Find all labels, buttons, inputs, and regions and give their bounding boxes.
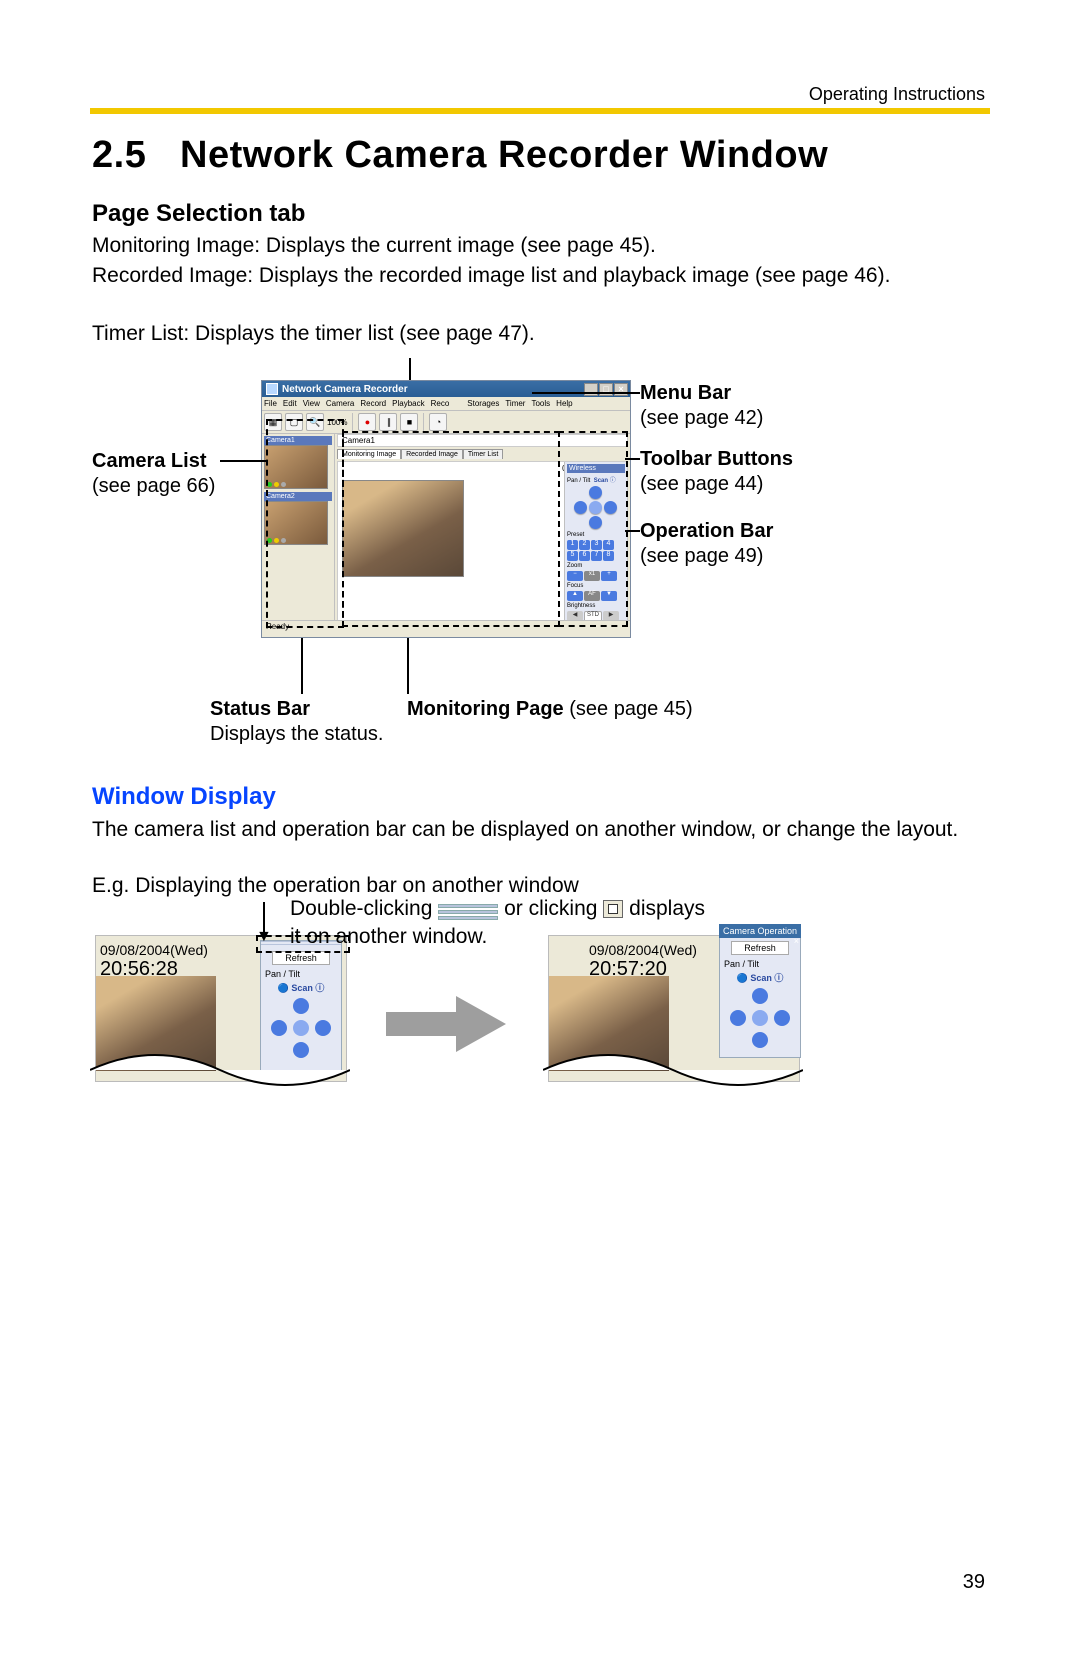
page-tear-left: [90, 1050, 350, 1090]
drag-handle-icon: [438, 902, 498, 916]
body-line-1: Monitoring Image: Displays the current i…: [92, 232, 992, 260]
dpad-up-icon[interactable]: [752, 988, 768, 1004]
wd-left-scan[interactable]: 🔵 Scan ⓘ: [261, 981, 341, 994]
running-head: Operating Instructions: [809, 84, 985, 105]
section-name: Network Camera Recorder Window: [180, 134, 828, 176]
app-icon: [266, 383, 278, 395]
dpad-left-icon[interactable]: [271, 1020, 287, 1036]
menu-edit[interactable]: Edit: [283, 399, 297, 408]
page-number: 39: [963, 1571, 985, 1594]
wd-right-dpad[interactable]: [730, 988, 790, 1048]
callout-monitoring: Monitoring Page (see page 45): [407, 697, 693, 722]
wd-left-dpad[interactable]: [271, 998, 331, 1058]
clock-icon[interactable]: ◔: [429, 413, 447, 431]
menu-storages[interactable]: Storages: [467, 399, 499, 408]
window-controls[interactable]: _□×: [584, 383, 628, 396]
wd-left-date: 09/08/2004(Wed): [100, 942, 208, 958]
pause-icon[interactable]: ∥: [379, 413, 397, 431]
callout-statusbar: Status BarDisplays the status.: [210, 697, 383, 747]
dpad-center-icon[interactable]: [752, 1010, 768, 1026]
dpad-center-icon[interactable]: [293, 1020, 309, 1036]
leader-toolbar: [625, 458, 640, 460]
menu-more[interactable]: Reco: [431, 399, 450, 408]
callout-menubar: Menu Bar(see page 42): [640, 381, 763, 431]
dpad-left-icon[interactable]: [730, 1010, 746, 1026]
stop-icon[interactable]: ■: [400, 413, 418, 431]
section-title: 2.5Network Camera Recorder Window: [92, 134, 828, 177]
wd-inline-line2: it on another window.: [290, 925, 487, 948]
page-selection-head: Page Selection tab: [92, 200, 305, 228]
body-line-3: Timer List: Displays the timer list (see…: [92, 320, 992, 348]
app-title: Network Camera Recorder: [282, 384, 408, 395]
callout-camera-list: Camera List(see page 66): [92, 449, 215, 499]
page-tear-right: [543, 1050, 803, 1090]
record-icon[interactable]: ●: [358, 413, 376, 431]
highlight-monitoring: [342, 431, 560, 627]
dpad-right-icon[interactable]: [315, 1020, 331, 1036]
menu-tools[interactable]: Tools: [531, 399, 550, 408]
wd-text1: The camera list and operation bar can be…: [92, 816, 992, 844]
callout-toolbar: Toolbar Buttons(see page 44): [640, 447, 793, 497]
wd-left-pan-tilt: Pan / Tilt: [261, 969, 341, 979]
dpad-right-icon[interactable]: [774, 1010, 790, 1026]
menu-camera[interactable]: Camera: [326, 399, 354, 408]
wd-right-pan-tilt: Pan / Tilt: [720, 959, 800, 969]
refresh-button[interactable]: Refresh: [272, 951, 330, 965]
window-display-head: Window Display: [92, 783, 276, 811]
leader-operation: [625, 530, 640, 532]
divider: [90, 108, 990, 114]
menu-view[interactable]: View: [303, 399, 320, 408]
titlebar[interactable]: Network Camera Recorder _□×: [262, 381, 630, 397]
detach-window-icon: [603, 900, 623, 918]
menu-help[interactable]: Help: [556, 399, 572, 408]
wd-inline-post: displays: [629, 897, 705, 920]
dpad-up-icon[interactable]: [293, 998, 309, 1014]
callout-operation: Operation Bar(see page 49): [640, 519, 773, 569]
menu-timer[interactable]: Timer: [505, 399, 525, 408]
wd-right-scan[interactable]: 🔵 Scan ⓘ: [720, 971, 800, 984]
dpad-down-icon[interactable]: [752, 1032, 768, 1048]
arrowhead-icon: ▼: [256, 928, 272, 946]
highlight-operation-bar: [558, 431, 628, 627]
body-line-2: Recorded Image: Displays the recorded im…: [92, 262, 992, 290]
leader-monitoring: [407, 636, 409, 694]
menu-playback[interactable]: Playback: [392, 399, 424, 408]
section-number: 2.5: [92, 134, 180, 177]
transition-arrow-icon: [386, 996, 506, 1052]
highlight-camera-list: [266, 419, 344, 628]
menubar[interactable]: File Edit View Camera Record Playback Re…: [262, 397, 630, 411]
wd-inline-mid: or clicking: [504, 897, 597, 920]
leader-menubar: [532, 392, 640, 394]
leader-camera-list: [220, 460, 266, 462]
menu-record[interactable]: Record: [360, 399, 386, 408]
menu-file[interactable]: File: [264, 399, 277, 408]
leader-statusbar: [301, 636, 303, 694]
wd-inline-pre: Double-clicking: [290, 897, 432, 920]
wd-inline: Double-clicking or clicking displays it …: [290, 895, 990, 951]
